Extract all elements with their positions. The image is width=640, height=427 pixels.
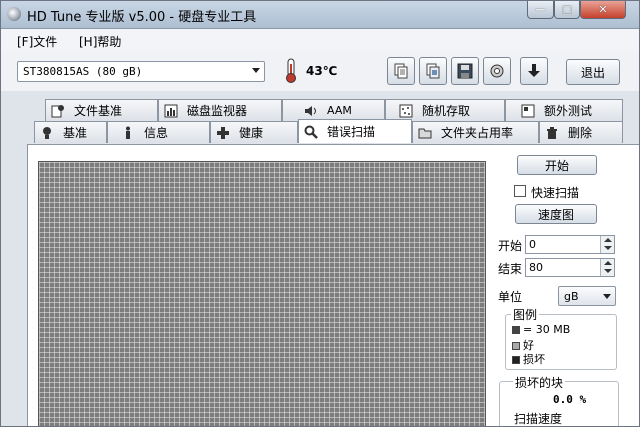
menu-help[interactable]: [H]帮助 [79,33,121,50]
maximize-icon: □ [561,3,573,16]
tab-label: 删除 [568,126,593,140]
end-spinner[interactable] [600,259,614,276]
tab-info[interactable]: 信息 [107,121,210,143]
thermometer-icon [286,58,296,83]
spin-down-icon [604,246,612,250]
tab-erase[interactable]: 删除 [539,121,623,143]
end-value: 80 [529,261,543,274]
tab-random-access[interactable]: 随机存取 [385,99,505,121]
error-scan-icon [303,124,319,140]
tab-label: 文件夹占用率 [441,126,514,140]
tab-disk-monitor[interactable]: 磁盘监视器 [158,99,282,121]
good-swatch [512,342,520,350]
unit-label: 单位 [498,290,523,304]
unit-select[interactable]: gB [558,286,616,306]
copy-text-icon [394,63,408,79]
speed-map-button[interactable]: 速度图 [515,204,597,224]
block-swatch [512,326,520,334]
minimize-icon: — [535,3,546,16]
scan-block-grid [38,161,486,426]
quick-scan-checkbox[interactable] [514,185,526,197]
extra-tests-icon [520,103,536,119]
legend-block-size-text: = 30 MB [523,323,571,336]
close-icon: ✕ [598,3,608,16]
start-scan-button[interactable]: 开始 [517,155,597,175]
quick-scan-label: 快速扫描 [531,186,580,200]
legend-damaged-text: 损坏 [523,353,545,366]
drive-select-value: ST380815AS (80 gB) [23,65,143,78]
tab-error-scan[interactable]: 错误扫描 [298,119,412,143]
title-bar[interactable]: HD Tune 专业版 v5.00 - 硬盘专业工具 — □ ✕ [1,1,639,29]
tab-extra-tests[interactable]: 额外测试 [505,99,623,121]
info-icon [120,125,136,141]
window-title: HD Tune 专业版 v5.00 - 硬盘专业工具 [27,10,257,25]
disk-monitor-icon [163,103,179,119]
damaged-swatch [512,356,520,364]
tab-label: 磁盘监视器 [187,104,248,118]
copy-text-button[interactable] [387,57,415,85]
file-benchmark-icon [50,103,66,119]
tab-label: 基准 [63,126,88,140]
start-spinner[interactable] [600,236,614,253]
tab-label: 文件基准 [74,104,123,118]
start-field[interactable]: 0 [525,235,615,254]
legend-damaged: 损坏 [512,351,545,367]
chevron-down-icon [603,294,611,299]
app-icon [7,7,21,21]
tab-benchmark[interactable]: 基准 [34,121,107,143]
tab-file-benchmark[interactable]: 文件基准 [45,99,158,121]
spin-down-icon [604,269,612,273]
save-button[interactable] [451,57,479,85]
tab-aam[interactable]: AAM [282,99,385,121]
end-field[interactable]: 80 [525,258,615,277]
tab-label: 信息 [144,126,169,140]
close-button[interactable]: ✕ [580,1,626,19]
damaged-blocks-title: 损坏的块 [513,374,566,391]
options-icon [490,64,504,78]
spin-up-icon [604,238,612,242]
copy-image-button[interactable] [419,57,447,85]
start-label: 开始 [498,239,523,253]
temperature-readout: 43℃ [306,64,338,78]
unit-value: gB [564,290,579,303]
damaged-blocks-value: 0.0 % [553,393,587,406]
chevron-down-icon [252,68,260,73]
end-label: 结束 [498,262,523,276]
save-icon [457,63,473,79]
download-button[interactable] [520,57,548,85]
download-icon [528,64,540,77]
options-button[interactable] [483,57,511,85]
minimize-button[interactable]: — [527,1,554,19]
exit-button[interactable]: 退出 [566,59,620,85]
legend-block-size: = 30 MB [512,323,570,336]
tab-folder-usage[interactable]: 文件夹占用率 [412,121,539,143]
copy-image-icon [426,63,440,79]
tab-health[interactable]: 健康 [210,121,298,143]
erase-icon [544,125,560,141]
menu-bar: [F]文件 [H]帮助 [1,29,639,51]
drive-select[interactable]: ST380815AS (80 gB) [17,61,265,82]
app-window: HD Tune 专业版 v5.00 - 硬盘专业工具 — □ ✕ [F]文件 [… [0,0,640,427]
speaker-icon [303,103,319,119]
spin-up-icon [604,261,612,265]
tab-label: 额外测试 [544,104,593,118]
benchmark-icon [39,125,55,141]
tab-label: AAM [327,104,352,117]
tab-label: 随机存取 [422,104,471,118]
tab-label: 错误扫描 [327,125,376,139]
tab-label: 健康 [239,126,264,140]
start-value: 0 [529,238,536,251]
health-icon [215,125,231,141]
scan-speed-label: 扫描速度 [514,412,563,426]
random-access-icon [398,103,414,119]
legend-title: 图例 [511,306,540,323]
maximize-button[interactable]: □ [554,1,580,19]
folder-usage-icon [417,125,433,141]
menu-file[interactable]: [F]文件 [17,33,57,50]
